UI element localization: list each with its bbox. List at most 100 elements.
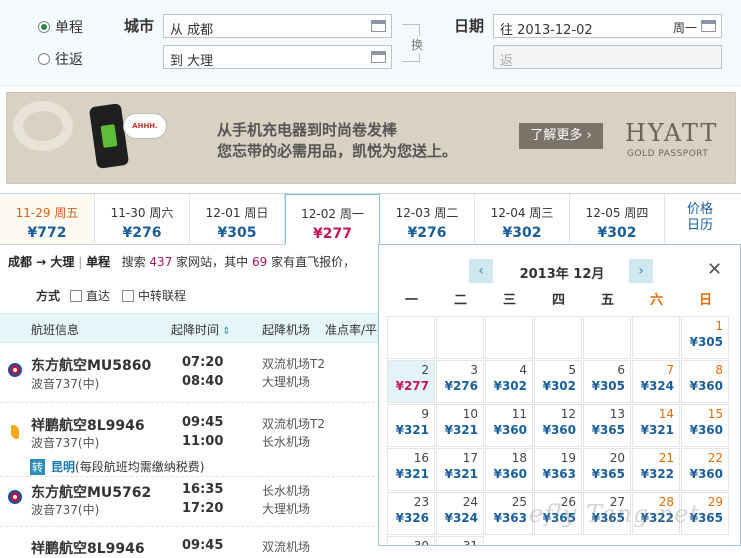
calendar-day[interactable]: 13 ¥365 <box>583 404 631 447</box>
day-number: 8 <box>715 363 723 377</box>
price-calendar-tab[interactable]: 价格 日历 <box>665 194 735 244</box>
date-tabs: 11-29 周五 ¥772 11-30 周六 ¥276 12-01 周日 ¥305 1… <box>0 193 741 245</box>
day-number: 16 <box>413 451 429 465</box>
china-eastern-logo-icon <box>8 490 22 504</box>
calendar-title: 2013年 12月 <box>519 267 605 282</box>
col-ontime: 准点率/平 <box>325 323 378 337</box>
flight-list-header: 航班信息 起降时间 ⇕ 起降机场 准点率/平 <box>0 313 380 343</box>
day-number: 6 <box>617 363 625 377</box>
calendar-day[interactable]: 3 ¥276 <box>436 360 484 403</box>
calendar-day[interactable]: 17 ¥321 <box>436 448 484 491</box>
calendar-day[interactable]: 25 ¥363 <box>485 492 533 535</box>
depart-date-input[interactable]: 往 2013-12-02 周一 <box>493 14 722 38</box>
day-price: ¥277 <box>395 379 429 393</box>
phone-image <box>88 103 130 169</box>
calendar-day[interactable]: 30 <box>387 536 435 546</box>
calendar-day[interactable]: 9 ¥321 <box>387 404 435 447</box>
date-label: 日期 <box>454 17 485 35</box>
weekday-label: 六 <box>649 293 663 308</box>
day-price: ¥365 <box>591 423 625 437</box>
calendar-day[interactable]: 23 ¥326 <box>387 492 435 535</box>
calendar-day[interactable]: 15 ¥360 <box>681 404 729 447</box>
calendar-day[interactable]: 11 ¥360 <box>485 404 533 447</box>
day-price: ¥305 <box>591 379 625 393</box>
date-tab[interactable]: 12-05 周四 ¥302 <box>570 194 665 244</box>
weekday-label: 二 <box>453 293 467 308</box>
day-number: 24 <box>462 495 478 509</box>
calendar-day[interactable]: 6 ¥305 <box>583 360 631 403</box>
day-number: 4 <box>519 363 527 377</box>
gold-passport-logo: GOLD PASSPORT <box>627 149 709 159</box>
day-number: 12 <box>560 407 576 421</box>
direct-checkbox[interactable] <box>70 289 83 302</box>
day-price: ¥276 <box>444 379 478 393</box>
return-date-input[interactable]: 返 <box>493 45 722 69</box>
next-month-button[interactable]: › <box>629 259 653 283</box>
direct-count: 69 <box>252 255 268 269</box>
day-price: ¥326 <box>395 511 429 525</box>
calendar-day-selected[interactable]: 2 ¥277 <box>387 360 435 403</box>
day-number: 23 <box>413 495 429 509</box>
to-city-input[interactable]: 到 大理 <box>163 45 392 69</box>
date-tab[interactable]: 12-04 周三 ¥302 <box>475 194 570 244</box>
flight-row[interactable]: 祥鹏航空8L9946 09:45 双流机场 <box>0 527 380 557</box>
day-number: 9 <box>421 407 429 421</box>
calendar-day[interactable]: 8 ¥360 <box>681 360 729 403</box>
day-number: 30 <box>413 539 429 546</box>
hyatt-ad-banner[interactable]: AHHH. 从手机充电器到时尚卷发棒 您忘带的必需用品，凯悦为您送上。 了解更多… <box>6 92 736 184</box>
swap-cities-button[interactable]: 换 <box>410 36 425 53</box>
calendar-day[interactable]: 14 ¥321 <box>632 404 680 447</box>
day-number: 13 <box>609 407 625 421</box>
calendar-day[interactable]: 16 ¥321 <box>387 448 435 491</box>
transfer-checkbox[interactable] <box>122 289 135 302</box>
calendar-day[interactable]: 12 ¥360 <box>534 404 582 447</box>
day-number: 2 <box>421 363 429 377</box>
trip-oneway-radio[interactable]: 单程 <box>38 17 83 37</box>
col-time-sort[interactable]: 起降时间 ⇕ <box>171 321 231 338</box>
date-tab[interactable]: 11-30 周六 ¥276 <box>95 194 190 244</box>
day-price: ¥363 <box>542 467 576 481</box>
site-count: 437 <box>149 255 173 269</box>
close-icon[interactable]: ✕ <box>707 259 722 280</box>
calendar-day[interactable]: 5 ¥302 <box>534 360 582 403</box>
date-tab[interactable]: 11-29 周五 ¥772 <box>0 194 95 244</box>
calendar-empty-cell <box>485 316 533 359</box>
search-form: 单程 往返 城市 从 成都 到 大理 换 日期 往 2013-12-02 周一 … <box>0 0 741 86</box>
watermark: efly Tang.net <box>529 500 701 528</box>
radio-unchecked-icon <box>38 53 50 65</box>
calendar-empty-cell <box>583 316 631 359</box>
calendar-day[interactable]: 10 ¥321 <box>436 404 484 447</box>
calendar-day[interactable]: 20 ¥365 <box>583 448 631 491</box>
calendar-day[interactable]: 4 ¥302 <box>485 360 533 403</box>
learn-more-button[interactable]: 了解更多 › <box>519 123 603 149</box>
day-price: ¥321 <box>444 423 478 437</box>
date-tab[interactable]: 12-01 周日 ¥305 <box>190 194 285 244</box>
calendar-day[interactable]: 7 ¥324 <box>632 360 680 403</box>
calendar-day[interactable]: 31 <box>436 536 484 545</box>
from-city-input[interactable]: 从 成都 <box>163 14 392 38</box>
day-number: 25 <box>511 495 527 509</box>
calendar-day[interactable]: 19 ¥363 <box>534 448 582 491</box>
lucky-air-logo-icon <box>11 425 19 439</box>
calendar-icon[interactable] <box>701 20 716 32</box>
day-price: ¥321 <box>395 423 429 437</box>
day-price: ¥363 <box>493 511 527 525</box>
trip-round-radio[interactable]: 往返 <box>38 49 83 69</box>
city-picker-icon[interactable] <box>371 20 386 32</box>
city-picker-icon[interactable] <box>371 51 386 63</box>
city-label: 城市 <box>124 17 155 35</box>
date-tab[interactable]: 12-03 周二 ¥276 <box>380 194 475 244</box>
date-tab-selected[interactable]: 12-02 周一 ¥277 <box>285 194 380 245</box>
flight-row[interactable]: 东方航空MU5860 波音737(中) 07:20 08:40 双流机场T2 大… <box>0 343 380 403</box>
calendar-day[interactable]: 21 ¥322 <box>632 448 680 491</box>
calendar-day[interactable]: 24 ¥324 <box>436 492 484 535</box>
flight-row[interactable]: 东方航空MU5762 波音737(中) 16:35 17:20 长水机场 大理机… <box>0 477 380 527</box>
weekday-label: 一 <box>404 293 418 308</box>
calendar-day[interactable]: 1 ¥305 <box>681 316 729 359</box>
day-number: 1 <box>715 319 723 333</box>
calendar-day[interactable]: 18 ¥360 <box>485 448 533 491</box>
day-number: 20 <box>609 451 625 465</box>
calendar-day[interactable]: 22 ¥360 <box>681 448 729 491</box>
prev-month-button[interactable]: ‹ <box>469 259 493 283</box>
transfer-city[interactable]: 昆明 <box>51 458 75 475</box>
